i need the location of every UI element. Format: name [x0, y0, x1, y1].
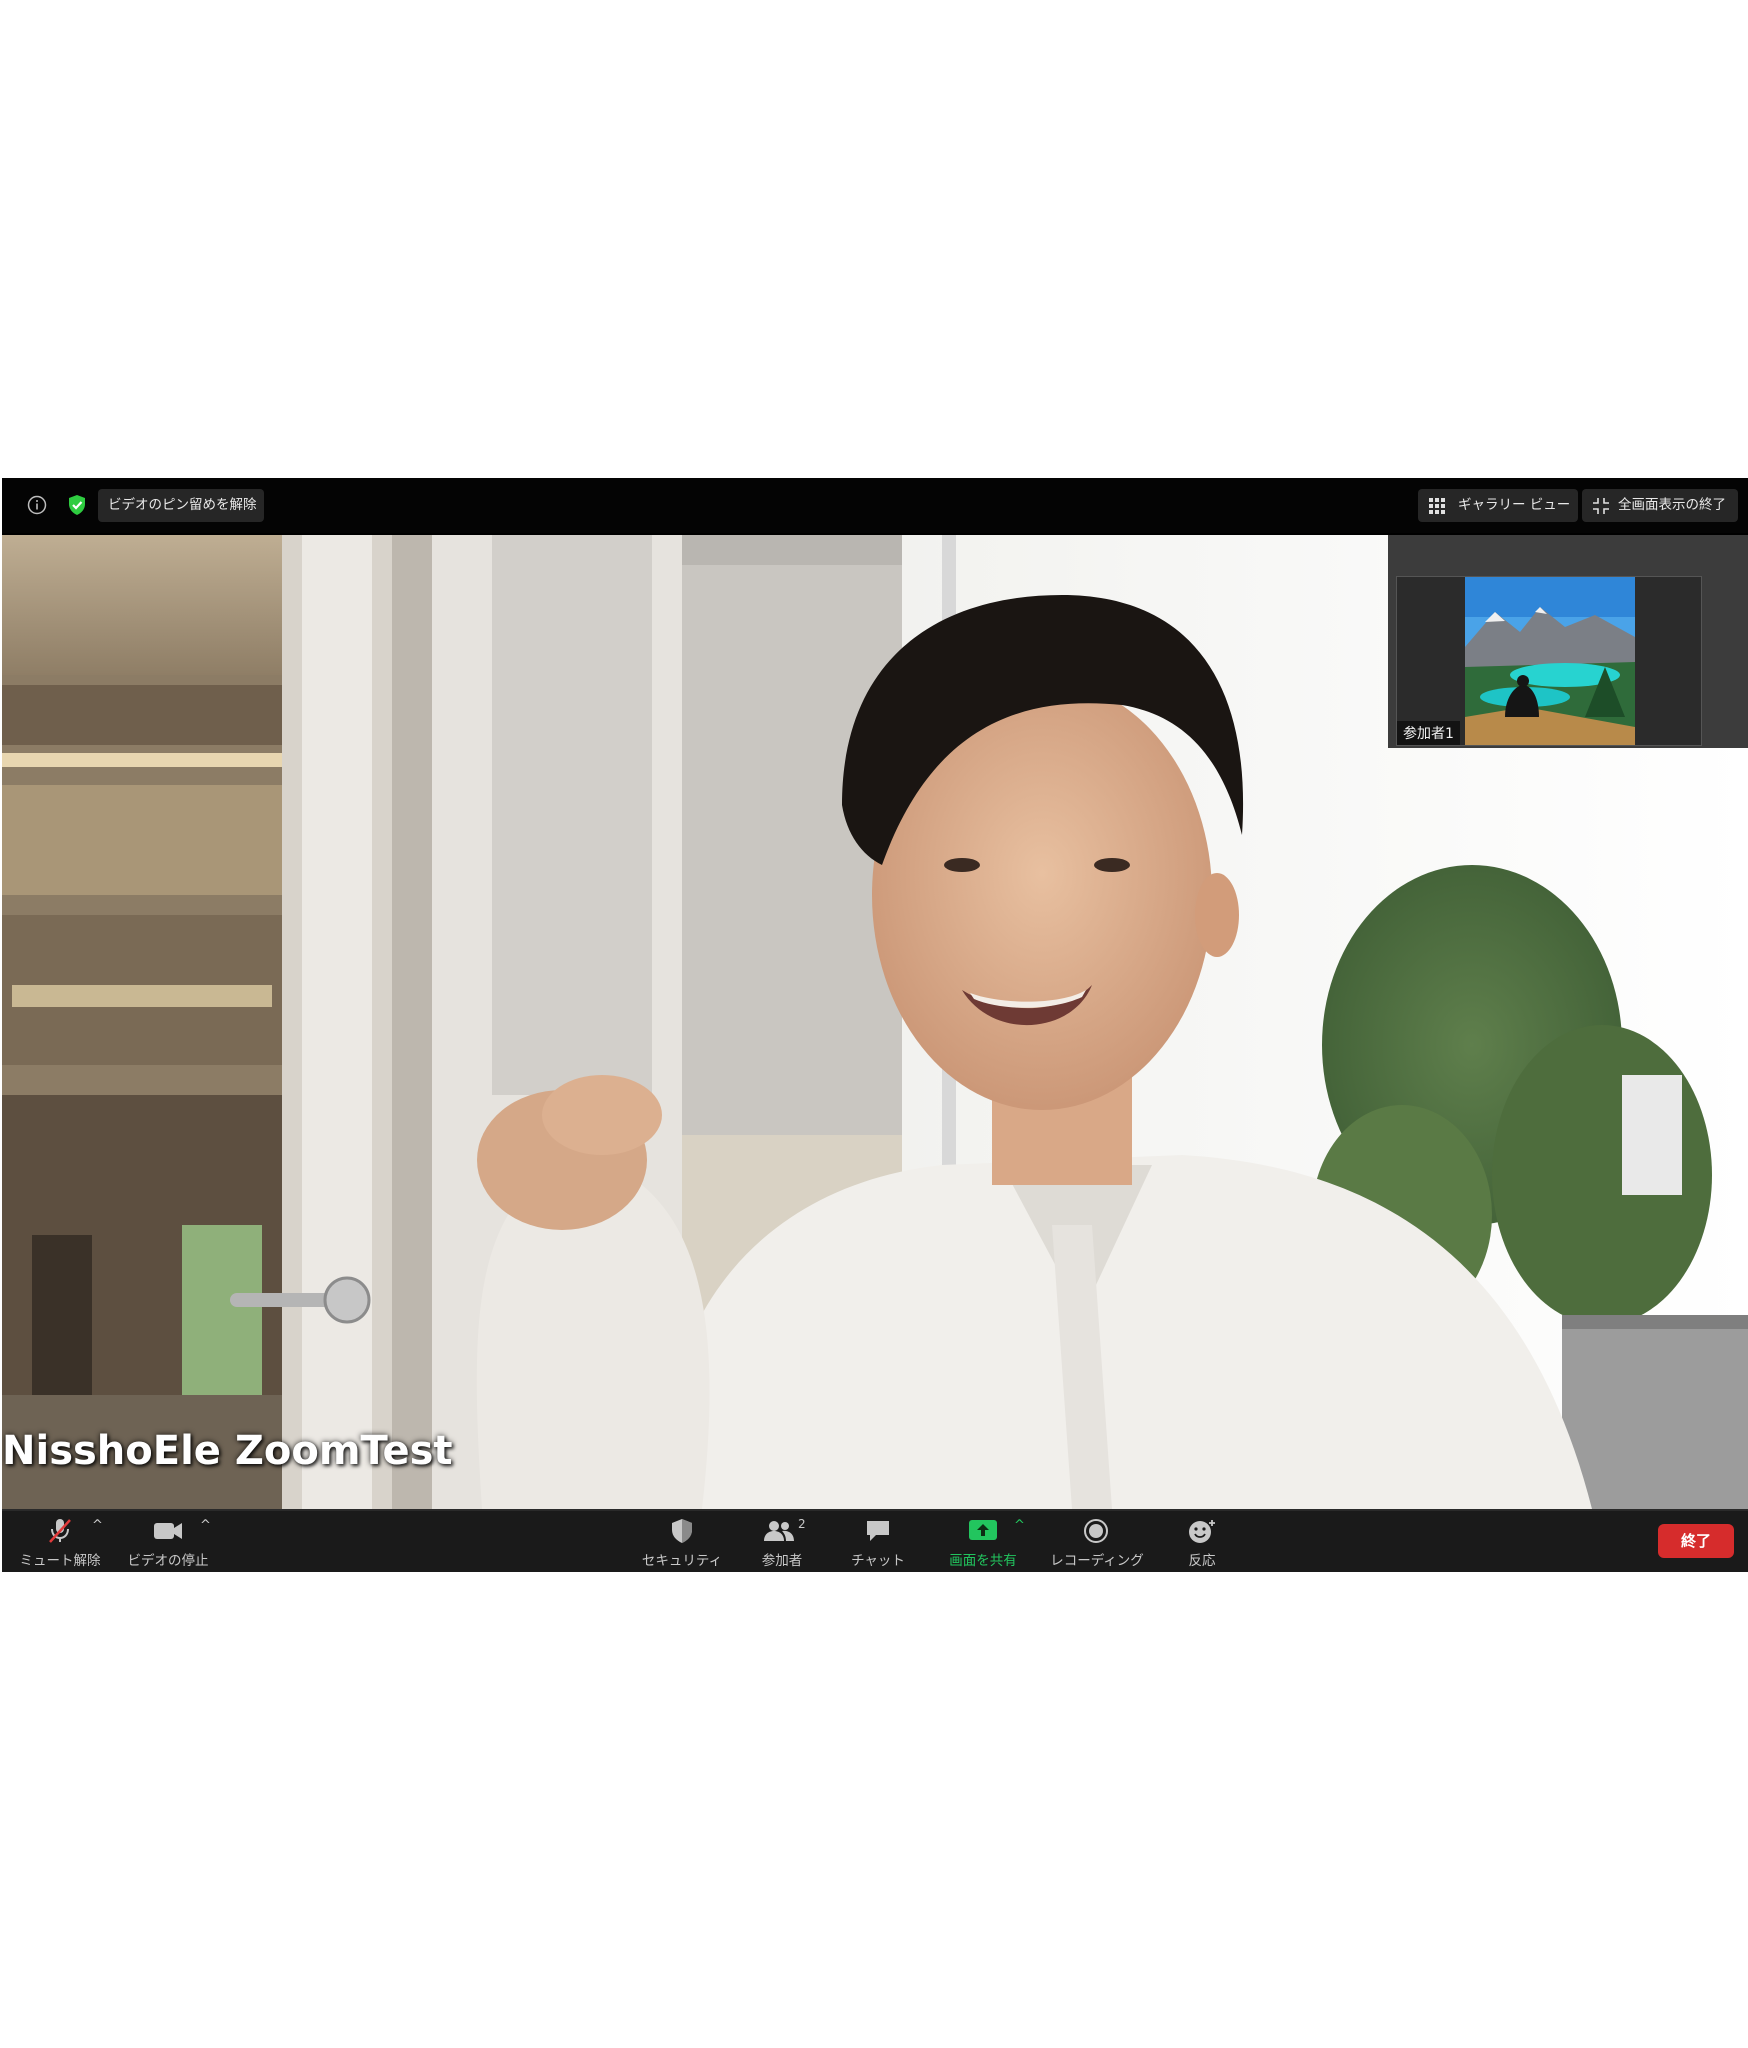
unmute-label: ミュート解除	[19, 1553, 101, 1569]
muted-microphone-icon	[49, 1519, 71, 1543]
grid-icon	[1429, 498, 1445, 514]
stop-video-label: ビデオの停止	[127, 1553, 209, 1569]
participant-background-image	[1465, 577, 1635, 745]
zoom-meeting-window: ビデオのピン留めを解除 ギャラリー ビュー 全画面表示の終了 NisshoEle…	[2, 478, 1748, 1572]
chat-bubble-icon	[867, 1521, 889, 1541]
meeting-controls-bar: ミュート解除 ^ ビデオの停止 ^ セキュリティ 2 参加者 チャット 画面を共…	[2, 1509, 1748, 1572]
participant-thumbnail[interactable]: 参加者1	[1396, 576, 1702, 746]
chat-label: チャット	[851, 1553, 905, 1569]
share-options-caret-icon[interactable]: ^	[1014, 1519, 1028, 1533]
participants-button[interactable]: 2 参加者	[742, 1515, 822, 1571]
recording-button[interactable]: レコーディング	[1042, 1515, 1152, 1571]
self-view-panel: 参加者1	[1388, 535, 1748, 748]
participants-icon	[764, 1521, 794, 1541]
share-screen-label: 画面を共有	[949, 1553, 1017, 1569]
video-options-caret-icon[interactable]: ^	[200, 1519, 214, 1533]
info-icon[interactable]	[26, 494, 48, 516]
encryption-shield-icon[interactable]	[64, 492, 90, 518]
security-shield-icon	[672, 1519, 692, 1543]
reaction-smiley-icon	[1189, 1520, 1215, 1543]
audio-options-caret-icon[interactable]: ^	[92, 1519, 106, 1533]
recording-label: レコーディング	[1050, 1553, 1144, 1569]
gallery-view-button[interactable]: ギャラリー ビュー	[1418, 489, 1578, 522]
exit-fullscreen-label: 全画面表示の終了	[1618, 497, 1726, 513]
security-label: セキュリティ	[641, 1553, 723, 1569]
security-button[interactable]: セキュリティ	[632, 1515, 732, 1571]
exit-fullscreen-button[interactable]: 全画面表示の終了	[1582, 489, 1738, 522]
meeting-top-bar: ビデオのピン留めを解除 ギャラリー ビュー 全画面表示の終了	[2, 478, 1748, 533]
video-camera-icon	[154, 1523, 182, 1539]
participants-count: 2	[798, 1517, 806, 1531]
gallery-view-label: ギャラリー ビュー	[1458, 497, 1571, 513]
speaker-name-label: NisshoEle ZoomTest	[2, 1428, 453, 1474]
chat-button[interactable]: チャット	[838, 1515, 918, 1571]
unpin-video-label: ビデオのピン留めを解除	[108, 497, 257, 513]
reactions-label: 反応	[1188, 1553, 1216, 1569]
participants-label: 参加者	[761, 1553, 803, 1569]
reactions-button[interactable]: 反応	[1162, 1515, 1242, 1571]
end-meeting-button[interactable]: 終了	[1658, 1524, 1734, 1558]
participant-name-label: 参加者1	[1397, 721, 1460, 745]
share-screen-icon	[969, 1520, 997, 1540]
exit-fullscreen-icon	[1593, 498, 1609, 514]
unpin-video-button[interactable]: ビデオのピン留めを解除	[98, 489, 264, 522]
record-icon	[1084, 1519, 1108, 1543]
